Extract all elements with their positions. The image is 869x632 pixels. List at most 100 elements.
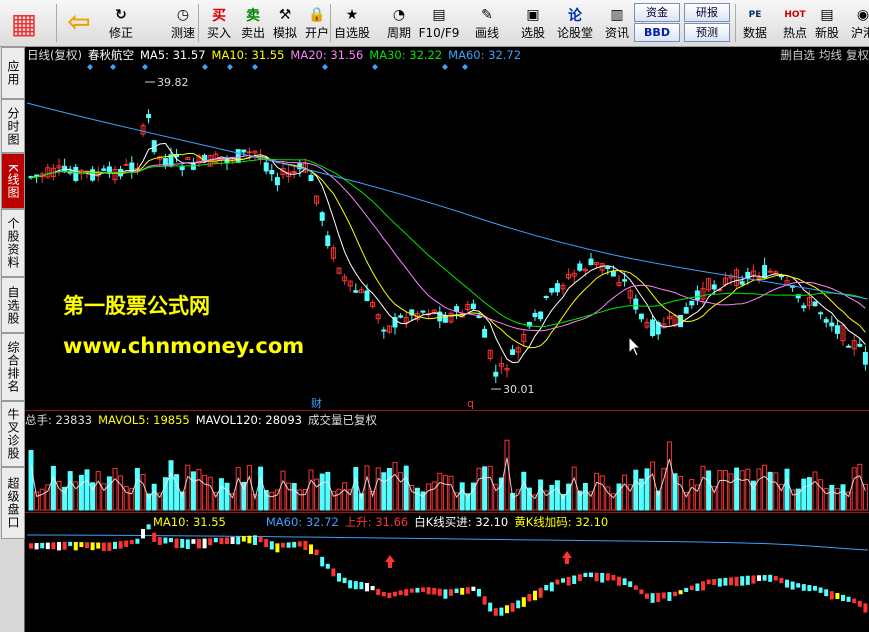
candle-body bbox=[470, 303, 476, 310]
indicator-block bbox=[583, 572, 588, 577]
mini-button-3[interactable]: 预测 bbox=[684, 23, 730, 42]
candle-body bbox=[650, 319, 656, 337]
toolbar-button-6[interactable]: ⚒ 模拟 bbox=[268, 2, 302, 44]
volume-bar bbox=[818, 479, 824, 511]
indicator-block bbox=[505, 605, 509, 614]
indicator-block bbox=[331, 568, 336, 577]
indicator-block bbox=[426, 587, 431, 595]
toolbar-button-1[interactable]: ⇦ bbox=[62, 2, 96, 44]
indicator-block bbox=[521, 597, 526, 607]
candle-body bbox=[291, 171, 297, 174]
indicator-block bbox=[639, 589, 644, 595]
candle-body bbox=[834, 325, 840, 334]
sidebar-tab-2[interactable]: K线图 bbox=[1, 153, 25, 209]
mini-button-0[interactable]: 资金 bbox=[634, 3, 680, 22]
toolbar-button-11[interactable]: ✎ 画线 bbox=[470, 2, 504, 44]
indicator-block bbox=[493, 608, 498, 616]
volume-bar bbox=[638, 478, 644, 511]
hammer-icon: ⚒ bbox=[278, 7, 292, 23]
indicator-block bbox=[852, 598, 857, 604]
volume-bar bbox=[442, 475, 448, 511]
sidebar-tab-5[interactable]: 综合排名 bbox=[1, 333, 25, 401]
toolbar-button-5[interactable]: 卖卖出 bbox=[236, 2, 270, 44]
indicator-block bbox=[376, 588, 381, 596]
indicator-block bbox=[734, 576, 739, 586]
toolbar-button-13[interactable]: 论论股堂 bbox=[557, 2, 593, 44]
mini-button-2[interactable]: BBD bbox=[634, 23, 680, 42]
toolbar-button-18[interactable]: ◉ 沪港 bbox=[846, 2, 869, 44]
sidebar-tab-7[interactable]: 超级盘口 bbox=[1, 467, 25, 539]
candle-body bbox=[482, 328, 488, 338]
volume-bar bbox=[594, 472, 600, 511]
candle-body bbox=[398, 315, 404, 318]
indicator-block bbox=[269, 541, 274, 550]
mavol120-value: MAVOL120: 28093 bbox=[195, 413, 302, 427]
volume-bar bbox=[801, 478, 807, 511]
volume-bar bbox=[666, 441, 672, 511]
indicator-block bbox=[790, 581, 795, 590]
indicator-block bbox=[633, 585, 638, 590]
indicator-block bbox=[225, 537, 229, 545]
volume-bar bbox=[342, 482, 348, 511]
windows-icon: ▦ bbox=[10, 6, 38, 40]
indicator-block bbox=[695, 583, 700, 591]
volume-bar bbox=[538, 479, 544, 511]
candle-body bbox=[364, 290, 370, 302]
toolbar-button-12[interactable]: ▣ 选股 bbox=[516, 2, 550, 44]
volume-bar bbox=[129, 487, 135, 511]
sidebar-tab-6[interactable]: 牛叉诊股 bbox=[1, 401, 25, 467]
toolbar-button-16[interactable]: HOT 热点 bbox=[778, 2, 812, 44]
candle-body bbox=[549, 288, 555, 293]
candle-body bbox=[274, 177, 280, 186]
ind-white-k: 白K线买进: 32.10 bbox=[414, 515, 509, 529]
toolbar-button-9[interactable]: ◔ 周期 bbox=[382, 2, 416, 44]
sidebar-tab-0[interactable]: 应用 bbox=[1, 47, 25, 99]
indicator-block bbox=[829, 591, 834, 600]
sell-icon: 卖 bbox=[246, 8, 260, 24]
candle-body bbox=[381, 329, 387, 332]
volume-bar bbox=[185, 464, 191, 511]
candle-body bbox=[308, 174, 314, 182]
candle-body bbox=[543, 296, 549, 299]
indicator-block bbox=[381, 591, 386, 597]
candle-body bbox=[34, 174, 40, 177]
indicator-block bbox=[73, 541, 78, 551]
f10-icon: ▤ bbox=[432, 7, 446, 23]
volume-bar bbox=[106, 476, 112, 511]
indicator-block bbox=[622, 578, 627, 586]
toolbar-button-14[interactable]: ▥ 资讯 bbox=[600, 2, 634, 44]
toolbar-button-8[interactable]: ★ 自选股 bbox=[334, 2, 370, 44]
mini-button-1[interactable]: 研报 bbox=[684, 3, 730, 22]
sidebar-tab-1[interactable]: 分时图 bbox=[1, 99, 25, 153]
indicator-block bbox=[185, 539, 190, 550]
volume-bar bbox=[700, 465, 706, 511]
back-arrow-icon: ⇦ bbox=[67, 4, 91, 38]
indicator-block bbox=[740, 576, 745, 586]
toolbar-button-15[interactable]: PE 数据 bbox=[738, 2, 772, 44]
toolbar-button-0[interactable]: ▦ bbox=[4, 2, 44, 44]
volume-bar bbox=[291, 483, 297, 511]
indicator-block bbox=[796, 583, 801, 588]
toolbar-button-3[interactable]: ◷ 测速 bbox=[166, 2, 200, 44]
indicator-block bbox=[449, 589, 453, 596]
volume-bar bbox=[325, 471, 331, 511]
toolbar-button-17[interactable]: ▤ 新股 bbox=[810, 2, 844, 44]
sidebar-tab-3[interactable]: 个股资料 bbox=[1, 209, 25, 277]
toolbar-button-2[interactable]: ↻ 修正 bbox=[104, 2, 138, 44]
volume-bar bbox=[386, 467, 392, 511]
volume-bar bbox=[448, 475, 454, 511]
candle-body bbox=[235, 149, 241, 163]
indicator-block bbox=[645, 593, 649, 599]
volume-total: 总手: 23833 bbox=[25, 413, 93, 427]
toolbar-label: 买入 bbox=[206, 26, 231, 40]
chart-area[interactable]: 日线(复权) 春秋航空 MA5: 31.57 MA10: 31.55 MA20:… bbox=[25, 47, 869, 632]
candle-body bbox=[739, 281, 745, 285]
indicator-header: MA10: 31.55 MA60: 32.72 上升: 31.66 白K线买进:… bbox=[153, 514, 614, 530]
toolbar-button-4[interactable]: 买买入 bbox=[202, 2, 236, 44]
volume-bar bbox=[151, 483, 157, 511]
up-arrow-icon bbox=[385, 555, 395, 568]
toolbar-button-7[interactable]: 🔒 开户 bbox=[300, 2, 334, 44]
toolbar-button-10[interactable]: ▤ F10/F9 bbox=[419, 2, 460, 44]
new-stock-icon: ▤ bbox=[820, 7, 834, 23]
sidebar-tab-4[interactable]: 自选股 bbox=[1, 277, 25, 333]
